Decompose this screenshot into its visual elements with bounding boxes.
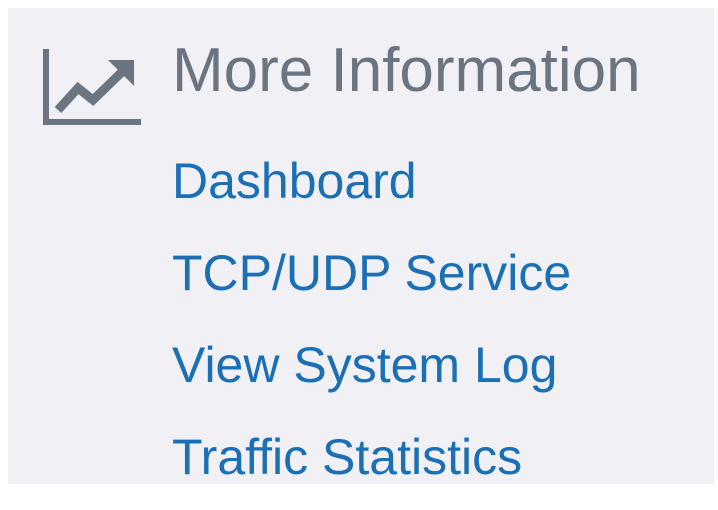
section-title: More Information xyxy=(172,36,641,105)
trending-chart-icon xyxy=(43,49,141,125)
list-item: TCP/UDP Service xyxy=(172,234,571,326)
list-item: Dashboard xyxy=(172,142,571,234)
more-information-panel: More Information Dashboard TCP/UDP Servi… xyxy=(8,8,714,485)
list-item: View System Log xyxy=(172,326,571,418)
view-system-log-link[interactable]: View System Log xyxy=(172,337,557,393)
more-information-links: Dashboard TCP/UDP Service View System Lo… xyxy=(172,142,571,510)
list-item: Traffic Statistics xyxy=(172,418,571,510)
tcp-udp-service-link[interactable]: TCP/UDP Service xyxy=(172,245,571,301)
dashboard-link[interactable]: Dashboard xyxy=(172,153,417,209)
traffic-statistics-link[interactable]: Traffic Statistics xyxy=(172,429,522,485)
